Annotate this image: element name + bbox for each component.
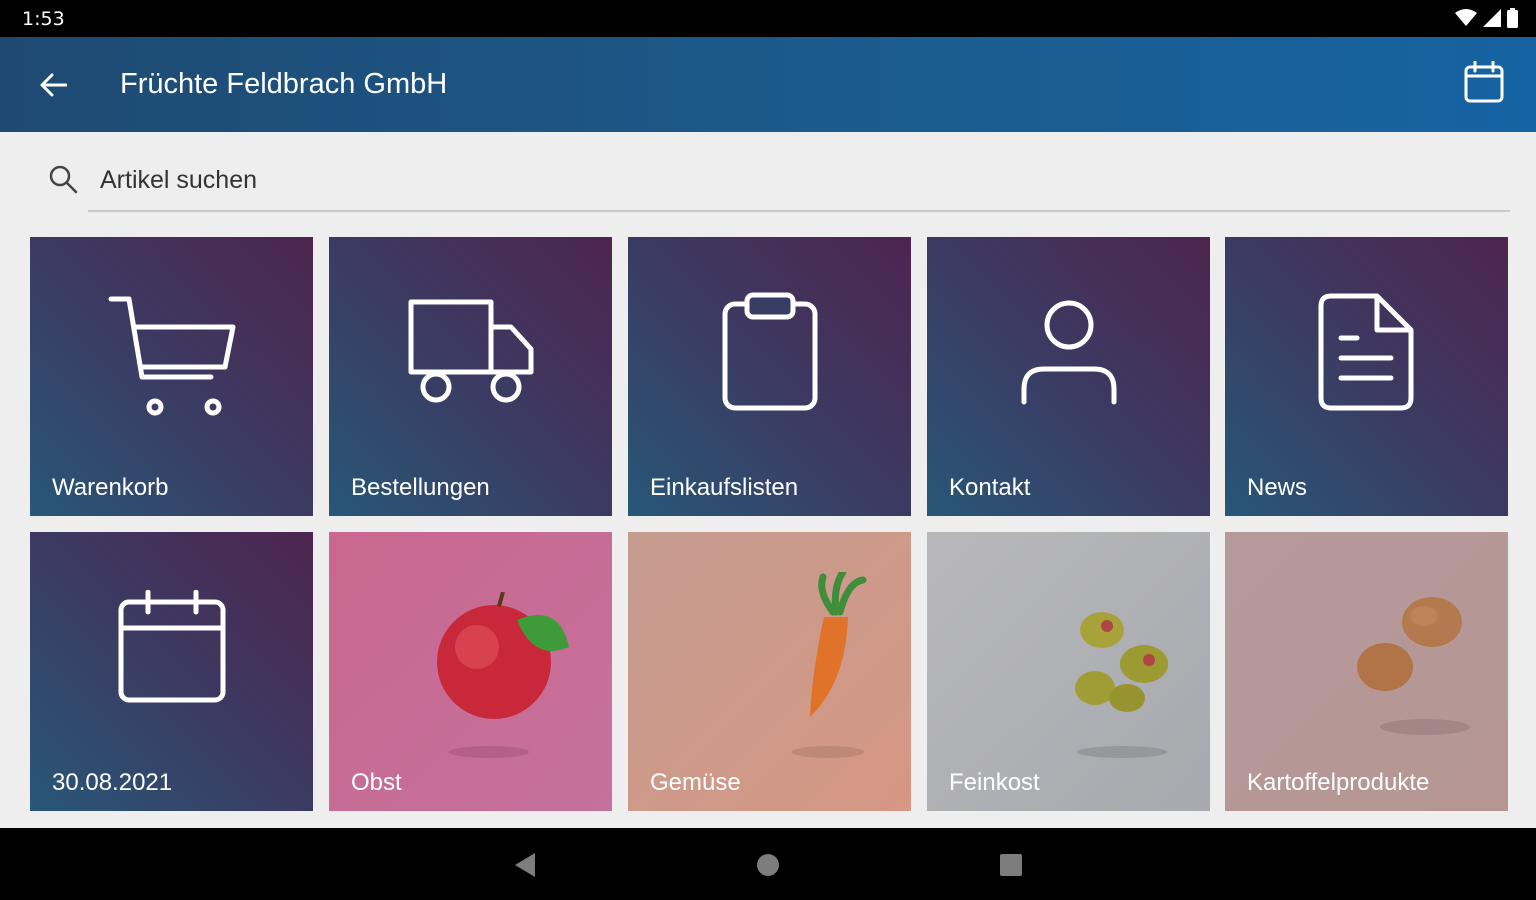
nav-home-button[interactable]: [753, 850, 783, 880]
app-bar: Früchte Feldbrach GmbH: [0, 37, 1536, 132]
tile-label: Kontakt: [949, 474, 1031, 501]
arrow-back-icon: [40, 73, 67, 97]
back-button[interactable]: [30, 65, 76, 105]
tile-obst[interactable]: Obst: [329, 532, 612, 811]
olives-icon: [1075, 612, 1168, 758]
tile-label: Gemüse: [650, 769, 741, 796]
tile-datum[interactable]: 30.08.2021: [30, 532, 313, 811]
search-bar: [40, 150, 1510, 212]
search-input[interactable]: [98, 162, 1502, 198]
document-icon: [1318, 293, 1413, 411]
tile-kontakt[interactable]: Kontakt: [927, 237, 1210, 516]
wifi-icon: [1455, 9, 1477, 26]
status-icons: [1455, 8, 1518, 28]
system-nav-bar: [0, 828, 1536, 900]
tile-label: News: [1247, 474, 1308, 501]
nav-recents-button[interactable]: [996, 850, 1026, 880]
square-recents-icon: [1000, 854, 1022, 876]
calendar-icon: [118, 589, 225, 702]
search-underline: [88, 210, 1510, 212]
triangle-back-icon: [515, 853, 535, 877]
battery-icon: [1507, 8, 1518, 28]
nav-back-button[interactable]: [510, 850, 540, 880]
potatoes-icon: [1357, 597, 1470, 735]
calendar-icon: [1464, 60, 1504, 103]
clipboard-icon: [722, 292, 817, 411]
search-icon: [49, 165, 78, 194]
tile-label: Feinkost: [949, 769, 1040, 796]
cart-icon: [108, 296, 235, 416]
page-title: Früchte Feldbrach GmbH: [120, 68, 448, 100]
signal-icon: [1483, 9, 1501, 27]
tile-label: 30.08.2021: [52, 769, 173, 796]
tile-gemuese[interactable]: Gemüse: [628, 532, 911, 811]
status-bar: 1:53: [0, 0, 1536, 37]
tile-feinkost[interactable]: Feinkost: [927, 532, 1210, 811]
tile-label: Obst: [351, 769, 402, 796]
tile-news[interactable]: News: [1225, 237, 1508, 516]
tile-einkaufslisten[interactable]: Einkaufslisten: [628, 237, 911, 516]
calendar-button[interactable]: [1464, 60, 1510, 107]
circle-home-icon: [757, 854, 779, 876]
status-time: 1:53: [22, 8, 65, 30]
person-icon: [1021, 300, 1116, 405]
tile-label: Kartoffelprodukte: [1247, 769, 1430, 796]
tile-warenkorb[interactable]: Warenkorb: [30, 237, 313, 516]
tile-label: Einkaufslisten: [650, 474, 799, 501]
apple-icon: [437, 592, 569, 758]
tile-label: Warenkorb: [52, 474, 169, 501]
carrot-icon: [792, 572, 867, 758]
tile-bestellungen[interactable]: Bestellungen: [329, 237, 612, 516]
truck-icon: [408, 299, 533, 403]
tile-kartoffelprodukte[interactable]: Kartoffelprodukte: [1225, 532, 1508, 811]
tile-label: Bestellungen: [351, 474, 490, 501]
